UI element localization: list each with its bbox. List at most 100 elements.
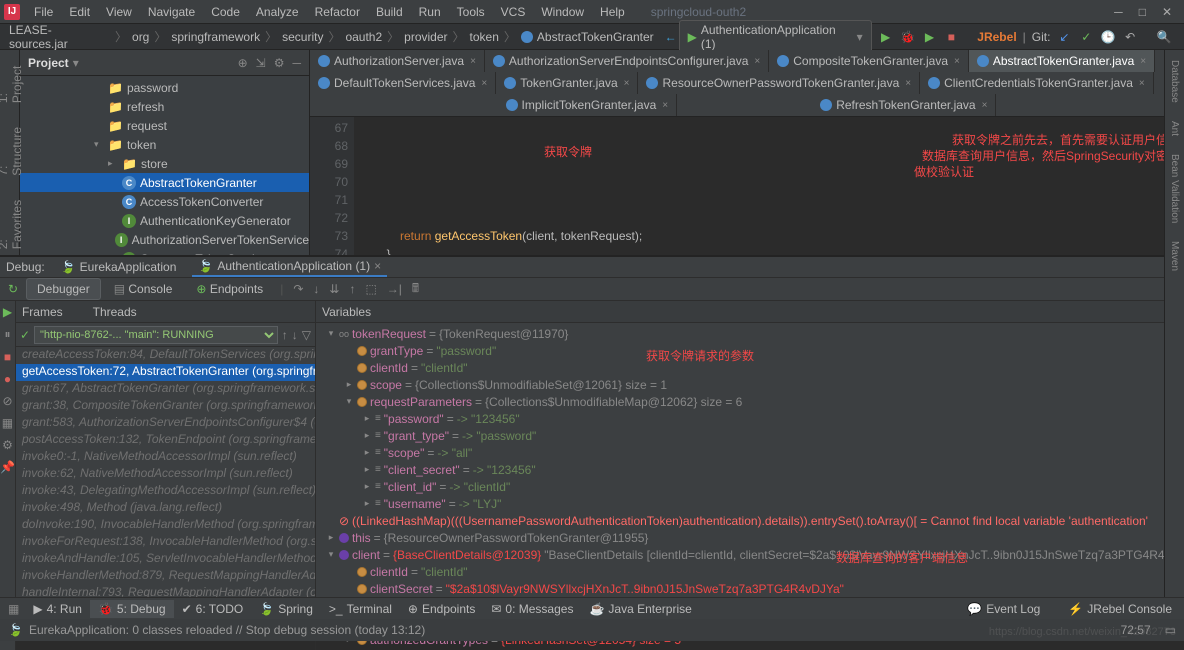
breadcrumb-segment[interactable]: LEASE-sources.jar bbox=[6, 23, 113, 51]
toolwindow-icon[interactable]: ▦ bbox=[4, 602, 23, 616]
breadcrumb-segment[interactable]: org bbox=[129, 30, 152, 44]
close-icon[interactable]: × bbox=[905, 78, 911, 89]
step-out-icon[interactable]: ↑ bbox=[345, 282, 359, 296]
window-close-icon[interactable]: ✕ bbox=[1162, 5, 1172, 19]
stack-frame[interactable]: getAccessToken:72, AbstractTokenGranter … bbox=[16, 364, 315, 381]
stop-button[interactable]: ■ bbox=[943, 29, 959, 45]
menu-refactor[interactable]: Refactor bbox=[309, 3, 366, 21]
variable-row[interactable]: ▸≡ "password" = -> "123456" bbox=[316, 410, 1184, 427]
close-icon[interactable]: × bbox=[954, 56, 960, 67]
git-history-icon[interactable]: 🕒 bbox=[1100, 29, 1116, 45]
run-config-selector[interactable]: ▶ AuthenticationApplication (1) ▾ bbox=[679, 20, 872, 54]
stack-frame[interactable]: invokeHandlerMethod:879, RequestMappingH… bbox=[16, 568, 315, 585]
coverage-button[interactable]: ▶ bbox=[922, 29, 938, 45]
mute-icon[interactable]: ⊘ bbox=[2, 394, 12, 408]
stack-frame[interactable]: postAccessToken:132, TokenEndpoint (org.… bbox=[16, 432, 315, 449]
tree-row[interactable]: IConsumerTokenServices bbox=[20, 249, 309, 255]
bottom-tool-button[interactable]: >_ Terminal bbox=[321, 600, 400, 618]
menu-code[interactable]: Code bbox=[205, 3, 246, 21]
menu-tools[interactable]: Tools bbox=[451, 3, 491, 21]
project-tree[interactable]: 📁password📁refresh📁request▾📁token▸📁storeC… bbox=[20, 76, 309, 255]
resume-icon[interactable]: ▶ bbox=[3, 305, 12, 319]
menu-view[interactable]: View bbox=[100, 3, 138, 21]
close-icon[interactable]: × bbox=[982, 100, 988, 111]
variable-row[interactable]: ▸≡ "client_id" = -> "clientId" bbox=[316, 478, 1184, 495]
tree-row[interactable]: IAuthorizationServerTokenService bbox=[20, 230, 309, 249]
structure-tool-button[interactable]: 7: Structure bbox=[0, 117, 24, 182]
tree-row[interactable]: ▾📁token bbox=[20, 135, 309, 154]
close-icon[interactable]: × bbox=[754, 56, 760, 67]
editor-tab[interactable]: CompositeTokenGranter.java× bbox=[769, 50, 969, 72]
tree-row[interactable]: CAbstractTokenGranter bbox=[20, 173, 309, 192]
pin-icon[interactable]: 📌 bbox=[0, 460, 15, 474]
breadcrumb-segment[interactable]: oauth2 bbox=[342, 30, 385, 44]
menu-analyze[interactable]: Analyze bbox=[250, 3, 305, 21]
menu-window[interactable]: Window bbox=[535, 3, 590, 21]
tree-row[interactable]: 📁request bbox=[20, 116, 309, 135]
filter-icon[interactable]: ▽ bbox=[302, 328, 311, 342]
variable-row[interactable]: ▸ scope = {Collections$UnmodifiableSet@1… bbox=[316, 376, 1184, 393]
step-over-icon[interactable]: ↷ bbox=[289, 282, 307, 296]
database-tool-button[interactable]: Database bbox=[1169, 54, 1180, 109]
variable-row[interactable]: ▸ this = {ResourceOwnerPasswordTokenGran… bbox=[316, 529, 1184, 546]
menu-edit[interactable]: Edit bbox=[63, 3, 96, 21]
stack-frame[interactable]: invoke:498, Method (java.lang.reflect) bbox=[16, 500, 315, 517]
breadcrumb-segment[interactable]: provider bbox=[401, 30, 450, 44]
thread-selector[interactable]: "http-nio-8762-... "main": RUNNING bbox=[34, 326, 278, 344]
menu-file[interactable]: File bbox=[28, 3, 59, 21]
editor-tab[interactable]: ClientCredentialsTokenGranter.java× bbox=[920, 72, 1154, 94]
editor-tab[interactable]: ResourceOwnerPasswordTokenGranter.java× bbox=[638, 72, 920, 94]
close-icon[interactable]: × bbox=[481, 78, 487, 89]
variable-row[interactable]: clientId = "clientId" bbox=[316, 563, 1184, 580]
breakpoints-icon[interactable]: ● bbox=[4, 372, 11, 386]
settings-icon[interactable]: ⚙ bbox=[2, 438, 13, 452]
close-icon[interactable]: × bbox=[1139, 78, 1145, 89]
code-text[interactable]: 获取令牌 获取令牌之前先去，首先需要认证用户信息 数据库查询用户信息，然后Spr… bbox=[354, 117, 1184, 255]
bottom-tool-button[interactable]: 🍃 Spring bbox=[251, 600, 321, 618]
editor-tab[interactable]: AuthorizationServerEndpointsConfigurer.j… bbox=[485, 50, 769, 72]
bottom-tool-button[interactable]: ⊕ Endpoints bbox=[400, 600, 483, 618]
tree-row[interactable]: CAccessTokenConverter bbox=[20, 192, 309, 211]
editor-tab[interactable]: DefaultTokenServices.java× bbox=[310, 72, 496, 94]
jrebel-icon[interactable]: JRebel bbox=[977, 30, 1016, 44]
bottom-tool-button[interactable]: ✔ 6: TODO bbox=[174, 600, 252, 618]
stack-frame[interactable]: grant:67, AbstractTokenGranter (org.spri… bbox=[16, 381, 315, 398]
run-button[interactable]: ▶ bbox=[878, 29, 894, 45]
editor-tab[interactable]: RefreshTokenGranter.java× bbox=[812, 94, 996, 116]
prev-frame-icon[interactable]: ↑ bbox=[282, 328, 288, 342]
stack-frame[interactable]: grant:38, CompositeTokenGranter (org.spr… bbox=[16, 398, 315, 415]
validation-tool-button[interactable]: Bean Validation bbox=[1169, 148, 1180, 229]
rerun-icon[interactable]: ↻ bbox=[2, 282, 24, 296]
window-maximize-icon[interactable]: □ bbox=[1139, 5, 1146, 19]
favorites-tool-button[interactable]: 2: Favorites bbox=[0, 190, 24, 255]
tree-row[interactable]: 📁password bbox=[20, 78, 309, 97]
stack-frame[interactable]: createAccessToken:84, DefaultTokenServic… bbox=[16, 347, 315, 364]
autoscroll-icon[interactable]: ⊕ bbox=[238, 56, 248, 70]
window-minimize-icon[interactable]: ─ bbox=[1114, 5, 1123, 19]
variable-row[interactable]: ▾oo tokenRequest = {TokenRequest@11970} bbox=[316, 325, 1184, 342]
run-to-cursor-icon[interactable]: →| bbox=[383, 282, 406, 296]
close-icon[interactable]: × bbox=[624, 78, 630, 89]
stack-frame[interactable]: invoke0:-1, NativeMethodAccessorImpl (su… bbox=[16, 449, 315, 466]
bottom-tool-button[interactable]: ☕ Java Enterprise bbox=[581, 600, 699, 618]
stack-frame[interactable]: invokeForRequest:138, InvocableHandlerMe… bbox=[16, 534, 315, 551]
git-commit-icon[interactable]: ✓ bbox=[1078, 29, 1094, 45]
drop-frame-icon[interactable]: ⬚ bbox=[361, 282, 380, 296]
evaluate-icon[interactable]: 🖩 bbox=[408, 279, 423, 300]
menu-vcs[interactable]: VCS bbox=[495, 3, 532, 21]
bottom-tool-button[interactable]: ✉ 0: Messages bbox=[483, 600, 581, 618]
variable-row[interactable]: ▸≡ "username" = -> "LYJ" bbox=[316, 495, 1184, 512]
project-combo[interactable]: Project ▾ bbox=[28, 56, 79, 70]
collapse-icon[interactable]: ⇲ bbox=[256, 56, 266, 70]
stack-frame[interactable]: grant:583, AuthorizationServerEndpointsC… bbox=[16, 415, 315, 432]
stack-frame[interactable]: doInvoke:190, InvocableHandlerMethod (or… bbox=[16, 517, 315, 534]
editor-tab[interactable]: AbstractTokenGranter.java× bbox=[969, 50, 1155, 72]
tree-row[interactable]: 📁refresh bbox=[20, 97, 309, 116]
debugger-tab[interactable]: Debugger bbox=[26, 278, 101, 300]
editor-tab[interactable]: AuthorizationServer.java× bbox=[310, 50, 485, 72]
next-frame-icon[interactable]: ↓ bbox=[292, 328, 298, 342]
breadcrumb-segment[interactable]: security bbox=[279, 30, 326, 44]
git-pull-icon[interactable]: ↙ bbox=[1056, 29, 1072, 45]
breadcrumb-current[interactable]: AbstractTokenGranter bbox=[518, 30, 657, 44]
menu-run[interactable]: Run bbox=[413, 3, 447, 21]
